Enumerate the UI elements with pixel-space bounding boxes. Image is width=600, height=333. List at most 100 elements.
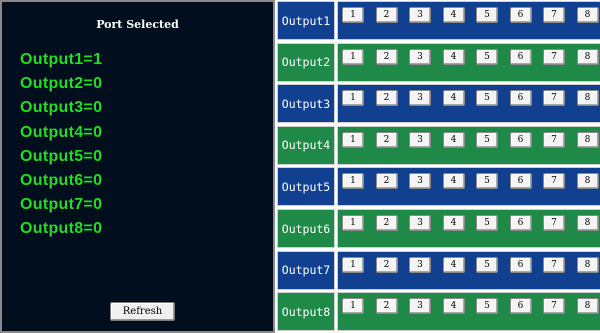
port-button-3[interactable]: 3 bbox=[409, 48, 431, 65]
port-button-5[interactable]: 5 bbox=[476, 131, 498, 148]
port-button-1[interactable]: 1 bbox=[342, 90, 364, 107]
output-label: Output4 bbox=[277, 125, 335, 165]
port-button-8[interactable]: 8 bbox=[576, 90, 599, 107]
status-line-output5: Output5=0 bbox=[20, 147, 103, 165]
port-button-6[interactable]: 6 bbox=[509, 131, 532, 148]
port-button-3[interactable]: 3 bbox=[409, 298, 431, 315]
port-button-2[interactable]: 2 bbox=[375, 131, 398, 148]
port-button-2[interactable]: 2 bbox=[375, 7, 398, 23]
port-button-6[interactable]: 6 bbox=[509, 90, 532, 107]
port-button-1[interactable]: 1 bbox=[342, 298, 364, 315]
port-button-3[interactable]: 3 bbox=[409, 90, 431, 107]
port-button-7[interactable]: 7 bbox=[543, 7, 565, 23]
port-button-7[interactable]: 7 bbox=[543, 215, 565, 231]
port-button-7[interactable]: 7 bbox=[543, 256, 565, 273]
status-list: Output1=1 Output2=0 Output3=0 Output4=0 … bbox=[20, 48, 102, 242]
output-row-7: Output7 1 2 3 4 5 6 7 8 bbox=[276, 250, 600, 291]
panel-title: Port Selected bbox=[96, 18, 179, 31]
port-button-1[interactable]: 1 bbox=[342, 173, 364, 190]
port-button-6[interactable]: 6 bbox=[509, 215, 532, 231]
port-button-5[interactable]: 5 bbox=[476, 298, 498, 315]
port-button-3[interactable]: 3 bbox=[409, 131, 431, 148]
port-button-2[interactable]: 2 bbox=[375, 173, 398, 190]
status-line-output4: Output4=0 bbox=[20, 123, 103, 141]
port-button-5[interactable]: 5 bbox=[476, 7, 498, 23]
port-button-5[interactable]: 5 bbox=[476, 256, 498, 273]
port-button-8[interactable]: 8 bbox=[576, 298, 599, 315]
port-button-2[interactable]: 2 bbox=[375, 298, 398, 315]
status-line-output3: Output3=0 bbox=[20, 99, 103, 117]
output-row-6: Output6 1 2 3 4 5 6 7 8 bbox=[276, 208, 600, 249]
port-button-3[interactable]: 3 bbox=[409, 173, 431, 190]
port-button-group: 12345678 bbox=[337, 125, 600, 165]
port-button-2[interactable]: 2 bbox=[375, 48, 398, 65]
port-button-1[interactable]: 1 bbox=[342, 131, 364, 148]
output-label: Output8 bbox=[277, 292, 335, 332]
output-label: Output2 bbox=[277, 42, 335, 82]
port-button-7[interactable]: 7 bbox=[543, 48, 565, 65]
port-button-1[interactable]: 1 bbox=[342, 215, 364, 231]
status-line-output2: Output2=0 bbox=[20, 75, 103, 93]
port-button-7[interactable]: 7 bbox=[543, 298, 565, 315]
output-grid: Output1 1 2 3 4 5 6 7 8 Output2 1 2 3 4 5 6 7 8 Output3 1 2 3… bbox=[276, 0, 600, 333]
port-button-6[interactable]: 6 bbox=[509, 298, 532, 315]
port-button-4[interactable]: 4 bbox=[442, 173, 465, 190]
output-label: Output5 bbox=[277, 167, 335, 207]
port-button-8[interactable]: 8 bbox=[576, 7, 599, 23]
output-row-8: Output8 1 2 3 4 5 6 7 8 bbox=[276, 291, 600, 332]
port-button-5[interactable]: 5 bbox=[476, 215, 498, 231]
port-button-7[interactable]: 7 bbox=[543, 131, 565, 148]
output-row-1: Output1 1 2 3 4 5 6 7 8 bbox=[276, 0, 600, 41]
output-row-3: Output3 1 2 3 4 5 6 7 8 bbox=[276, 83, 600, 124]
port-button-6[interactable]: 6 bbox=[509, 48, 532, 65]
port-button-group: 12345678 bbox=[337, 250, 600, 290]
status-line-output7: Output7=0 bbox=[20, 196, 103, 214]
port-button-4[interactable]: 4 bbox=[442, 131, 465, 148]
port-button-group: 12345678 bbox=[337, 84, 600, 124]
output-label: Output7 bbox=[277, 250, 335, 290]
port-button-7[interactable]: 7 bbox=[543, 90, 565, 107]
port-button-8[interactable]: 8 bbox=[576, 131, 599, 148]
port-button-6[interactable]: 6 bbox=[509, 256, 532, 273]
port-button-3[interactable]: 3 bbox=[409, 256, 431, 273]
port-button-group: 12345678 bbox=[337, 209, 600, 248]
port-button-8[interactable]: 8 bbox=[576, 256, 599, 273]
status-line-output6: Output6=0 bbox=[20, 172, 103, 190]
port-button-7[interactable]: 7 bbox=[543, 173, 565, 190]
output-label: Output1 bbox=[277, 1, 335, 40]
status-line-output1: Output1=1 bbox=[20, 51, 103, 68]
output-row-2: Output2 1 2 3 4 5 6 7 8 bbox=[276, 42, 600, 83]
port-button-1[interactable]: 1 bbox=[342, 48, 364, 65]
port-button-8[interactable]: 8 bbox=[576, 48, 599, 65]
port-button-8[interactable]: 8 bbox=[576, 173, 599, 190]
port-button-2[interactable]: 2 bbox=[375, 215, 398, 231]
port-button-4[interactable]: 4 bbox=[442, 256, 465, 273]
refresh-button[interactable]: Refresh bbox=[110, 302, 175, 321]
status-line-output8: Output8=0 bbox=[20, 220, 103, 238]
port-button-1[interactable]: 1 bbox=[342, 7, 364, 23]
output-row-4: Output4 1 2 3 4 5 6 7 8 bbox=[276, 125, 600, 166]
port-button-5[interactable]: 5 bbox=[476, 173, 498, 190]
port-button-6[interactable]: 6 bbox=[509, 7, 532, 23]
port-selected-panel: Port Selected Output1=1 Output2=0 Output… bbox=[0, 0, 275, 333]
port-button-1[interactable]: 1 bbox=[342, 256, 364, 273]
port-button-4[interactable]: 4 bbox=[442, 90, 465, 107]
port-button-2[interactable]: 2 bbox=[375, 256, 398, 273]
port-button-3[interactable]: 3 bbox=[409, 7, 431, 23]
port-button-5[interactable]: 5 bbox=[476, 48, 498, 65]
port-button-group: 12345678 bbox=[337, 167, 600, 207]
output-label: Output3 bbox=[277, 84, 335, 124]
output-label: Output6 bbox=[277, 209, 335, 248]
output-row-5: Output5 1 2 3 4 5 6 7 8 bbox=[276, 166, 600, 207]
port-button-4[interactable]: 4 bbox=[442, 48, 465, 65]
port-button-group: 12345678 bbox=[337, 292, 600, 332]
port-button-group: 12345678 bbox=[337, 1, 600, 40]
port-button-4[interactable]: 4 bbox=[442, 215, 465, 231]
port-button-3[interactable]: 3 bbox=[409, 215, 431, 231]
port-button-8[interactable]: 8 bbox=[576, 215, 599, 231]
port-button-6[interactable]: 6 bbox=[509, 173, 532, 190]
port-button-4[interactable]: 4 bbox=[442, 7, 465, 23]
port-button-4[interactable]: 4 bbox=[442, 298, 465, 315]
port-button-2[interactable]: 2 bbox=[375, 90, 398, 107]
port-button-5[interactable]: 5 bbox=[476, 90, 498, 107]
